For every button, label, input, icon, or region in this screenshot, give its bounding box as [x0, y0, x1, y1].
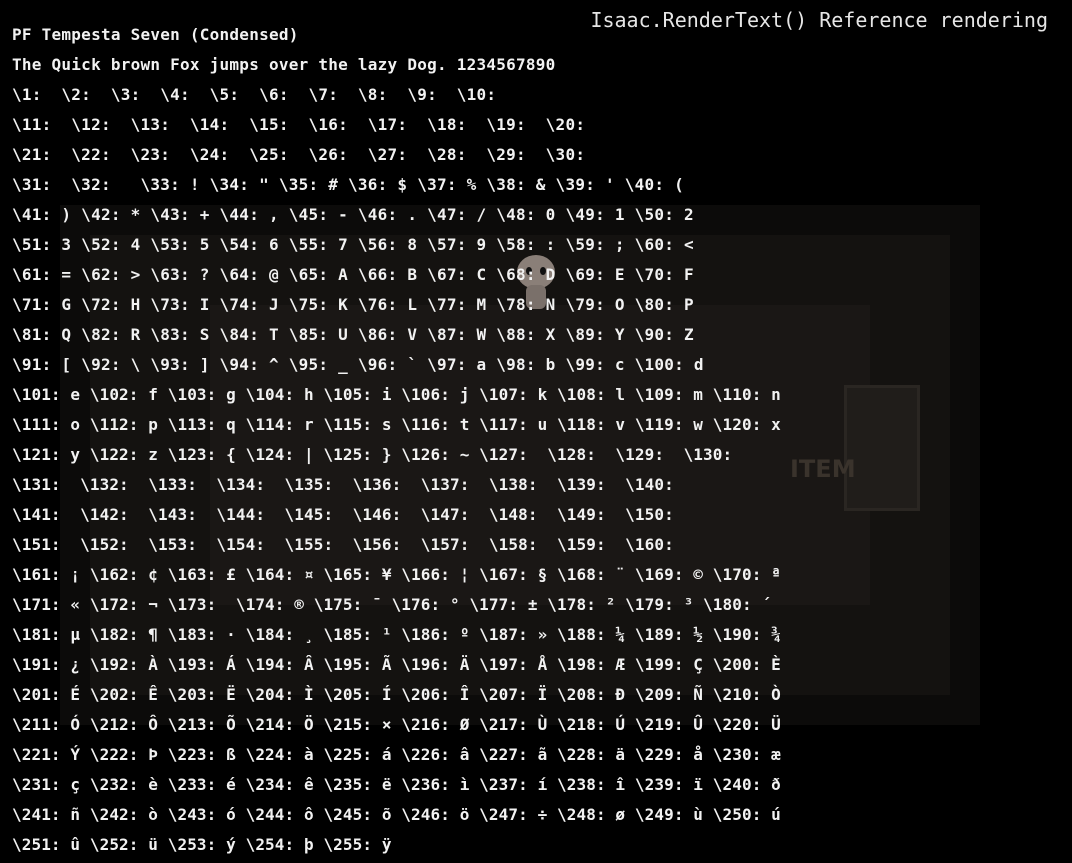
- room-door: [844, 385, 920, 511]
- glyph-line: \211: Ó \212: Ô \213: Õ \214: Ö \215: × …: [12, 715, 781, 734]
- glyph-line: \121: y \122: z \123: { \124: | \125: } …: [12, 445, 733, 464]
- glyph-line: \11: \12: \13: \14: \15: \16: \17: \18: …: [12, 115, 586, 134]
- glyph-line: \61: = \62: > \63: ? \64: @ \65: A \66: …: [12, 265, 694, 284]
- glyph-line: \71: G \72: H \73: I \74: J \75: K \76: …: [12, 295, 694, 314]
- glyph-line: \91: [ \92: \ \93: ] \94: ^ \95: _ \96: …: [12, 355, 704, 374]
- glyph-line: \171: « \172: ¬ \173: \174: ® \175: ¯ \1…: [12, 595, 772, 614]
- glyph-line: \251: û \252: ü \253: ý \254: þ \255: ÿ: [12, 835, 392, 854]
- glyph-line: \221: Ý \222: Þ \223: ß \224: à \225: á …: [12, 745, 781, 764]
- glyph-line: \21: \22: \23: \24: \25: \26: \27: \28: …: [12, 145, 586, 164]
- floor-label: ITEM: [790, 455, 856, 483]
- glyph-line: \51: 3 \52: 4 \53: 5 \54: 6 \55: 7 \56: …: [12, 235, 694, 254]
- pangram-line: The Quick brown Fox jumps over the lazy …: [12, 55, 556, 74]
- glyph-line: \181: µ \182: ¶ \183: · \184: ¸ \185: ¹ …: [12, 625, 781, 644]
- font-name-line: PF Tempesta Seven (Condensed): [12, 25, 299, 44]
- glyph-line: \161: ¡ \162: ¢ \163: £ \164: ¤ \165: ¥ …: [12, 565, 781, 584]
- glyph-reference-text: PF Tempesta Seven (Condensed) The Quick …: [12, 23, 781, 863]
- glyph-line: \111: o \112: p \113: q \114: r \115: s …: [12, 415, 781, 434]
- glyph-line: \81: Q \82: R \83: S \84: T \85: U \86: …: [12, 325, 694, 344]
- game-screen: ITEM Isaac.RenderText() Reference render…: [0, 0, 1072, 863]
- glyph-line: \241: ñ \242: ò \243: ó \244: ô \245: õ …: [12, 805, 781, 824]
- glyph-line: \141: \142: \143: \144: \145: \146: \147…: [12, 505, 674, 524]
- glyph-line: \231: ç \232: è \233: é \234: ê \235: ë …: [12, 775, 781, 794]
- glyph-line: \131: \132: \133: \134: \135: \136: \137…: [12, 475, 674, 494]
- glyph-line: \1: \2: \3: \4: \5: \6: \7: \8: \9: \10:: [12, 85, 497, 104]
- glyph-line: \41: ) \42: * \43: + \44: , \45: - \46: …: [12, 205, 694, 224]
- glyph-line: \191: ¿ \192: À \193: Á \194: Â \195: Ã …: [12, 655, 781, 674]
- glyph-line: \151: \152: \153: \154: \155: \156: \157…: [12, 535, 674, 554]
- glyph-line: \101: e \102: f \103: g \104: h \105: i …: [12, 385, 781, 404]
- glyph-line: \201: É \202: Ê \203: Ë \204: Ì \205: Í …: [12, 685, 781, 704]
- glyph-line: \31: \32: \33: ! \34: " \35: # \36: $ \3…: [12, 175, 685, 194]
